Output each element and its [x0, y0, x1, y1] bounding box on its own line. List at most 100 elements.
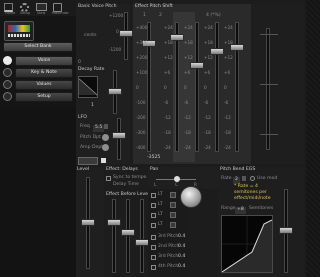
tab-2[interactable]: 2	[159, 13, 162, 19]
decay-slider[interactable]	[108, 88, 122, 95]
mode-label: Use mod	[257, 176, 278, 181]
sidebar-item-label: Key & Note	[31, 70, 57, 75]
delay-item-stepper[interactable]	[170, 192, 176, 198]
sidebar-item-setup[interactable]: Setup	[15, 92, 73, 102]
lane-scale-label: -6	[164, 100, 169, 105]
delay-slider-3[interactable]	[135, 239, 149, 246]
sidebar-empty-area	[0, 108, 76, 277]
lane-scale-label: -18	[224, 130, 231, 135]
sidebar-item-label: Select Bank	[24, 44, 52, 49]
tab-4[interactable]: 4 (*%)	[206, 13, 221, 19]
amp-depth-knob[interactable]	[102, 144, 109, 151]
lane-scale-label: +18	[204, 40, 213, 45]
pitch-lane-2-track[interactable]	[175, 22, 179, 152]
trigger-toggle[interactable]	[101, 158, 106, 163]
delay-track-2[interactable]	[126, 199, 130, 273]
scale-label: -1200	[109, 47, 122, 52]
delay-track-1[interactable]	[112, 199, 116, 273]
voice-panel: Basic Voice Pitch cents +1200 0 -1200 0 …	[76, 4, 133, 175]
delay-item-stepper[interactable]	[170, 212, 176, 218]
range-label: Range	[221, 206, 236, 211]
pitch-lane-5-track[interactable]	[235, 22, 239, 152]
lane-scale-label: -400	[136, 145, 146, 150]
pan-scale-label: L	[154, 182, 157, 187]
sidebar-item-label: Voice	[37, 58, 51, 63]
harmonic-value: 0.4	[178, 244, 186, 249]
delay-item-checkbox[interactable]	[151, 203, 156, 208]
tab-1[interactable]: 1	[143, 13, 146, 19]
lfo-slider[interactable]	[112, 132, 126, 139]
lane-scale-label: 0	[224, 85, 227, 90]
sidebar: Select Bank Voice Key & Note Values Setu…	[0, 16, 76, 277]
lane-scale-label: -100	[136, 100, 146, 105]
level-title: Level	[77, 167, 90, 172]
lfo-freq-stepper[interactable]	[104, 124, 108, 129]
pitch-lane-4-track[interactable]	[215, 22, 219, 152]
delay-slider-2[interactable]	[121, 229, 135, 236]
lane-scale-label: +100	[136, 70, 148, 75]
lane-scale-label: +18	[224, 40, 233, 45]
sidebar-item-values[interactable]: Values	[15, 80, 73, 90]
harmonic-checkbox[interactable]	[151, 255, 156, 260]
pitch-shift-readout: -3525	[147, 155, 161, 160]
lfo-title: LFO	[78, 115, 87, 120]
semitones-label: Semitones	[249, 206, 274, 211]
pan-knob[interactable]	[180, 186, 202, 208]
lfo-track[interactable]	[117, 118, 121, 160]
effect-level-title: Effect Before Level	[106, 192, 150, 197]
rate-stepper[interactable]	[242, 176, 246, 181]
lane-scale-label: +400	[136, 25, 148, 30]
cents-label: cents	[84, 33, 97, 38]
delay-item-stepper[interactable]	[170, 202, 176, 208]
mode-radio[interactable]	[250, 176, 255, 181]
harmonic-checkbox[interactable]	[151, 235, 156, 240]
lane-scale-label: -24	[224, 145, 231, 150]
pitch-lane-3-slider[interactable]	[190, 62, 204, 69]
sync-label: Sync to tempo	[113, 175, 147, 180]
voice-pitch-slider[interactable]	[119, 30, 133, 37]
view-label: View	[37, 11, 46, 15]
master-track[interactable]	[266, 28, 270, 150]
lane-scale-label: +6	[184, 70, 191, 75]
delay-item-checkbox[interactable]	[151, 213, 156, 218]
pitch-bend-slider[interactable]	[279, 227, 293, 234]
voice-icon	[3, 56, 12, 65]
pitch-depth-knob[interactable]	[102, 134, 109, 141]
sidebar-item-key-note[interactable]: Key & Note	[15, 68, 73, 78]
values-icon	[3, 80, 12, 89]
harmonic-checkbox[interactable]	[151, 245, 156, 250]
lane-scale-label: -6	[204, 100, 209, 105]
range-value[interactable]: +8	[235, 207, 246, 214]
pitch-lane-3-track[interactable]	[195, 22, 199, 152]
harmonic-value: 0.4	[178, 254, 186, 259]
trigger-field[interactable]: Trig In	[78, 157, 98, 175]
harmonic-value: 0.4	[178, 234, 186, 239]
delay-slider-1[interactable]	[107, 219, 121, 226]
lfo-freq-label: Freq	[80, 124, 90, 129]
decay-graph	[78, 76, 98, 98]
lane-scale-label: +12	[164, 55, 173, 60]
sidebar-item-voice[interactable]: Voice	[15, 56, 73, 66]
delay-item-checkbox[interactable]	[151, 193, 156, 198]
pan-scale-label: C	[175, 182, 178, 187]
harmonic-label: 3rd Pitch	[158, 254, 179, 259]
view-icon[interactable]	[36, 3, 47, 11]
sidebar-item-label: Values	[36, 82, 52, 87]
level-slider[interactable]	[81, 219, 95, 226]
delay-item-label: LT	[158, 202, 163, 207]
lane-scale-label: -6	[224, 100, 229, 105]
delay-item-stepper[interactable]	[170, 222, 176, 228]
select-bank-button[interactable]: Select Bank	[3, 42, 73, 52]
lane-scale-label: -300	[136, 130, 146, 135]
lane-scale-label: +12	[184, 55, 193, 60]
pitch-lane-4-slider[interactable]	[210, 48, 224, 55]
sync-checkbox[interactable]	[106, 176, 111, 181]
delay-item-label: LT	[158, 192, 163, 197]
harmonic-checkbox[interactable]	[151, 265, 156, 270]
delay-track-3[interactable]	[140, 199, 144, 273]
lfo-freq-value[interactable]: 5.5	[93, 125, 105, 132]
rate-value[interactable]: 2	[233, 177, 240, 184]
lane-scale-label: -24	[204, 145, 211, 150]
device-thumbnail	[4, 21, 34, 41]
delay-item-checkbox[interactable]	[151, 223, 156, 228]
